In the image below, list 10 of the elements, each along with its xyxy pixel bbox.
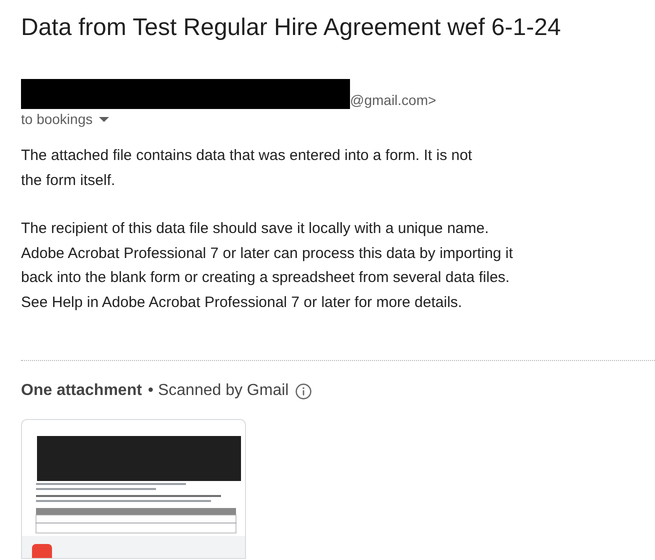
- email-subject: Data from Test Regular Hire Agreement wef 6-1-24: [20, 13, 562, 43]
- info-icon[interactable]: [294, 382, 312, 400]
- sender-email: @gmail.com>: [350, 91, 436, 109]
- body-paragraph: The recipient of this data file should save it locally with a unique name. Adobe Acrobat Professional 7 or later can process this data by importing it back into the blank form or creating a spreadsheet from several data files. See Help in Adobe Acrobat Professional 7 or later for more details.: [21, 219, 514, 312]
- dropdown-caret-icon[interactable]: [98, 116, 109, 122]
- recipient-label: to bookings: [21, 110, 93, 129]
- pdf-file-icon: [32, 544, 52, 558]
- body-paragraph: The attached file contains data that was entered into a form. It is not the form itself.: [21, 146, 474, 190]
- scan-note: • Scanned by Gmail: [148, 381, 289, 401]
- attachments-heading: One attachment: [21, 381, 142, 401]
